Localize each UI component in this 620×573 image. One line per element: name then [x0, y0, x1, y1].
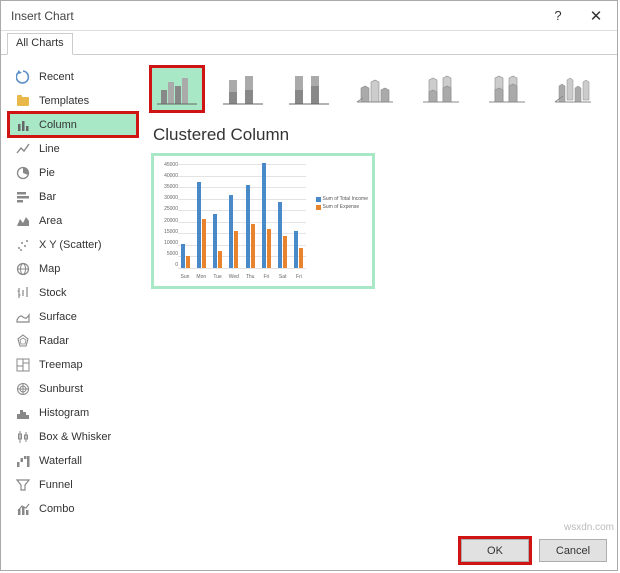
sidebar-item-map[interactable]: Map — [9, 257, 137, 280]
chart-preview[interactable]: 4500040000350003000025000200001500010000… — [151, 153, 375, 289]
ok-button[interactable]: OK — [461, 539, 529, 562]
subtype-3d-stacked-column[interactable] — [415, 67, 467, 111]
scatter-icon — [15, 237, 31, 253]
preview-yaxis: 4500040000350003000025000200001500010000… — [156, 162, 178, 268]
combo-icon — [15, 501, 31, 517]
sidebar-item-label: Treemap — [39, 359, 83, 371]
main-panel: Clustered Column 45000400003500030000250… — [151, 65, 607, 525]
sidebar-item-label: Pie — [39, 167, 55, 179]
funnel-icon — [15, 477, 31, 493]
waterfall-icon — [15, 453, 31, 469]
watermark: wsxdn.com — [564, 522, 614, 533]
sidebar-item-label: Waterfall — [39, 455, 82, 467]
sidebar-item-surface[interactable]: Surface — [9, 305, 137, 328]
box-whisker-icon — [15, 429, 31, 445]
sidebar-item-label: Sunburst — [39, 383, 83, 395]
sidebar-item-bar[interactable]: Bar — [9, 185, 137, 208]
content-area: Recent Templates Column Line Pie Bar — [1, 55, 617, 531]
dialog-title: Insert Chart — [11, 9, 539, 23]
sidebar-item-label: Box & Whisker — [39, 431, 111, 443]
area-icon — [15, 213, 31, 229]
sidebar-item-label: Map — [39, 263, 60, 275]
sidebar-item-label: Combo — [39, 503, 74, 515]
sidebar-item-label: Area — [39, 215, 62, 227]
sidebar-item-label: Surface — [39, 311, 77, 323]
sidebar-item-histogram[interactable]: Histogram — [9, 401, 137, 424]
subtype-3d-column[interactable] — [547, 67, 599, 111]
sidebar-item-templates[interactable]: Templates — [9, 89, 137, 112]
sidebar-item-radar[interactable]: Radar — [9, 329, 137, 352]
sidebar-item-stock[interactable]: Stock — [9, 281, 137, 304]
surface-icon — [15, 309, 31, 325]
insert-chart-dialog: Insert Chart ? ✕ All Charts Recent Templ… — [0, 0, 618, 571]
sidebar-item-column[interactable]: Column — [9, 113, 137, 136]
sidebar-item-label: Column — [39, 119, 77, 131]
titlebar: Insert Chart ? ✕ — [1, 1, 617, 31]
map-icon — [15, 261, 31, 277]
preview-xaxis: SunMonTueWedThuFriSatFri — [178, 274, 306, 280]
sidebar-item-box-whisker[interactable]: Box & Whisker — [9, 425, 137, 448]
chart-category-sidebar: Recent Templates Column Line Pie Bar — [9, 65, 137, 525]
sidebar-item-combo[interactable]: Combo — [9, 497, 137, 520]
sidebar-item-label: Line — [39, 143, 60, 155]
tab-bar: All Charts — [1, 31, 617, 55]
sidebar-item-pie[interactable]: Pie — [9, 161, 137, 184]
sidebar-item-label: Bar — [39, 191, 56, 203]
subtype-3d-clustered-column[interactable] — [349, 67, 401, 111]
sidebar-item-label: Histogram — [39, 407, 89, 419]
recent-icon — [15, 69, 31, 85]
sidebar-item-recent[interactable]: Recent — [9, 65, 137, 88]
templates-icon — [15, 93, 31, 109]
subtype-3d-100-stacked-column[interactable] — [481, 67, 533, 111]
sidebar-item-treemap[interactable]: Treemap — [9, 353, 137, 376]
sidebar-item-label: Recent — [39, 71, 74, 83]
sidebar-item-label: Templates — [39, 95, 89, 107]
close-button[interactable]: ✕ — [577, 2, 615, 30]
sidebar-item-label: X Y (Scatter) — [39, 239, 102, 251]
dialog-footer: OK Cancel — [1, 531, 617, 570]
histogram-icon — [15, 405, 31, 421]
subtype-clustered-column[interactable] — [151, 67, 203, 111]
radar-icon — [15, 333, 31, 349]
bar-icon — [15, 189, 31, 205]
sidebar-item-waterfall[interactable]: Waterfall — [9, 449, 137, 472]
sidebar-item-scatter[interactable]: X Y (Scatter) — [9, 233, 137, 256]
preview-legend: Sum of Total IncomeSum of Expense — [316, 196, 369, 212]
cancel-button[interactable]: Cancel — [539, 539, 607, 562]
chart-type-title: Clustered Column — [153, 125, 607, 145]
subtype-row — [151, 65, 607, 113]
line-icon — [15, 141, 31, 157]
preview-bars — [178, 164, 306, 268]
sidebar-item-label: Funnel — [39, 479, 73, 491]
sidebar-item-funnel[interactable]: Funnel — [9, 473, 137, 496]
pie-icon — [15, 165, 31, 181]
subtype-100-stacked-column[interactable] — [283, 67, 335, 111]
treemap-icon — [15, 357, 31, 373]
subtype-stacked-column[interactable] — [217, 67, 269, 111]
sidebar-item-sunburst[interactable]: Sunburst — [9, 377, 137, 400]
help-button[interactable]: ? — [539, 2, 577, 30]
sidebar-item-area[interactable]: Area — [9, 209, 137, 232]
sidebar-item-line[interactable]: Line — [9, 137, 137, 160]
column-icon — [15, 117, 31, 133]
sidebar-item-label: Radar — [39, 335, 69, 347]
sidebar-item-label: Stock — [39, 287, 67, 299]
stock-icon — [15, 285, 31, 301]
sunburst-icon — [15, 381, 31, 397]
tab-all-charts[interactable]: All Charts — [7, 33, 73, 55]
